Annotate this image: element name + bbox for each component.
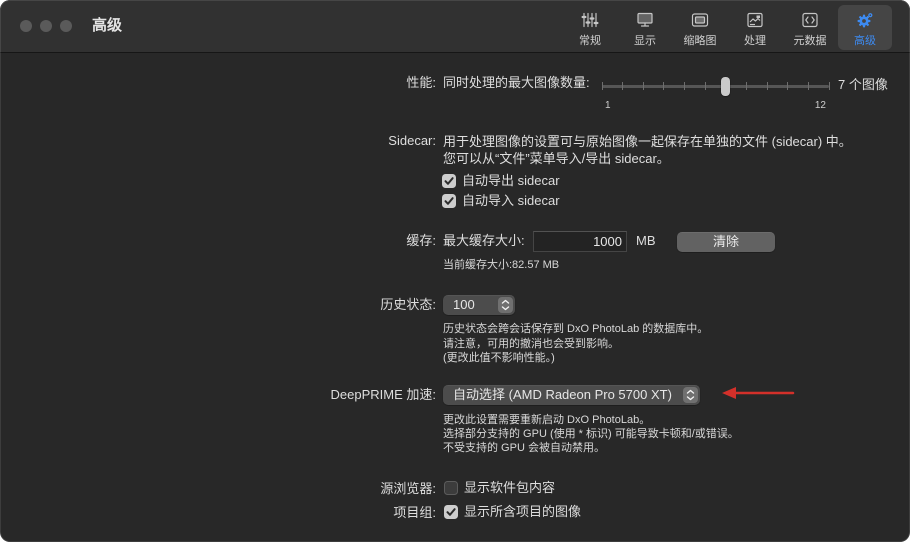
checkbox[interactable] — [444, 481, 458, 495]
sidecar-description-line: 用于处理图像的设置可与原始图像一起保存在单独的文件 (sidecar) 中。 — [443, 134, 852, 149]
deepprime-note-line: 不受支持的 GPU 会被自动禁用。 — [443, 442, 605, 454]
popup-value: 自动选择 (AMD Radeon Pro 5700 XT) — [453, 387, 672, 402]
slider-tick — [766, 82, 768, 90]
history-states-popup[interactable]: 100 — [443, 295, 515, 315]
cache-label: 缓存: — [406, 233, 436, 248]
annotation-arrow-icon — [718, 383, 798, 403]
slider-tick — [828, 82, 830, 90]
slider-tick — [807, 82, 809, 90]
checkbox[interactable] — [444, 505, 458, 519]
show-project-images-checkbox[interactable]: 显示所含项目的图像 — [444, 504, 581, 520]
slider-tick — [601, 82, 603, 90]
checkbox[interactable] — [442, 174, 456, 188]
slider-track[interactable] — [602, 84, 829, 88]
history-note-line: 历史状态会跨会话保存到 DxO PhotoLab 的数据库中。 — [443, 323, 709, 335]
slider-tick — [704, 82, 706, 90]
chevron-updown-icon — [498, 297, 513, 313]
deepprime-acceleration-popup[interactable]: 自动选择 (AMD Radeon Pro 5700 XT) — [443, 385, 700, 405]
performance-slider[interactable] — [601, 76, 830, 96]
clear-cache-button[interactable]: 清除 — [677, 232, 775, 252]
checkbox-label[interactable]: 显示所含项目的图像 — [464, 504, 581, 520]
max-cache-size-input[interactable] — [533, 231, 627, 252]
advanced-settings-panel: 性能: 同时处理的最大图像数量: 1 12 7 个图像 Sidecar: 用于处… — [0, 0, 910, 542]
history-notes: 历史状态会跨会话保存到 DxO PhotoLab 的数据库中。 请注意，可用的撤… — [443, 322, 708, 366]
cache-unit: MB — [636, 233, 656, 248]
slider-tick — [663, 82, 665, 90]
auto-import-sidecar-checkbox[interactable]: 自动导入 sidecar — [442, 193, 560, 209]
popup-value: 100 — [453, 297, 475, 312]
sidecar-description-line: 您可以从“文件”菜单导入/导出 sidecar。 — [443, 151, 670, 166]
checkbox-label[interactable]: 自动导出 sidecar — [462, 173, 560, 189]
source-browser-label: 源浏览器: — [380, 481, 436, 496]
sidecar-label: Sidecar: — [388, 133, 436, 148]
chevron-updown-icon — [683, 387, 698, 403]
checkbox[interactable] — [442, 194, 456, 208]
checkbox-label[interactable]: 显示软件包内容 — [464, 480, 555, 496]
auto-export-sidecar-checkbox[interactable]: 自动导出 sidecar — [442, 173, 560, 189]
max-cache-size-label: 最大缓存大小: — [443, 233, 525, 248]
history-note-line: 请注意，可用的撤消也会受到影响。 — [443, 337, 619, 350]
history-note-line: (更改此值不影响性能。) — [443, 352, 555, 364]
performance-value: 7 个图像 — [838, 77, 888, 92]
deepprime-note-line: 选择部分支持的 GPU (使用 * 标识) 可能导致卡顿和/或错误。 — [443, 428, 739, 440]
show-package-contents-checkbox[interactable]: 显示软件包内容 — [444, 480, 555, 496]
checkmark-icon — [444, 177, 454, 185]
slider-tick — [684, 82, 686, 90]
slider-tick — [642, 82, 644, 90]
slider-knob[interactable] — [721, 76, 731, 96]
deepprime-notes: 更改此设置需要重新启动 DxO PhotoLab。 选择部分支持的 GPU (使… — [443, 413, 739, 455]
checkbox-label[interactable]: 自动导入 sidecar — [462, 193, 560, 209]
history-label: 历史状态: — [380, 297, 436, 312]
sidecar-description: 用于处理图像的设置可与原始图像一起保存在单独的文件 (sidecar) 中。 您… — [443, 133, 852, 167]
performance-caption: 同时处理的最大图像数量: — [443, 75, 590, 90]
slider-tick — [745, 82, 747, 90]
slider-max-label: 12 — [814, 100, 826, 111]
slider-min-label: 1 — [605, 100, 611, 111]
project-group-label: 项目组: — [393, 505, 436, 520]
current-cache-size: 当前缓存大小:82.57 MB — [443, 259, 560, 271]
checkmark-icon — [444, 197, 454, 205]
preferences-window: 高级 常规 显示 缩略图 处理 元数据 高级 性能: 同时处理的最大图像数量: … — [0, 0, 910, 542]
performance-label: 性能: — [406, 75, 436, 90]
deepprime-note-line: 更改此设置需要重新启动 DxO PhotoLab。 — [443, 414, 651, 426]
deepprime-label: DeepPRIME 加速: — [330, 387, 436, 402]
slider-tick — [787, 82, 789, 90]
checkmark-icon — [446, 508, 456, 516]
slider-tick — [622, 82, 624, 90]
